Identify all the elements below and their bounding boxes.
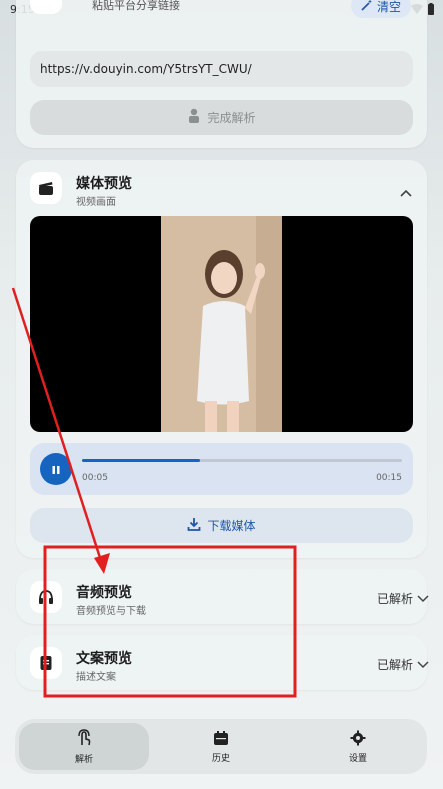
parse-button[interactable]: 完成解析 [30,100,413,135]
nav-item-label: 设置 [348,753,367,764]
input-hint: 粘贴平台分享链接 [92,0,180,12]
media-title: 媒体预览 [76,176,132,192]
audio-player: 00:05 00:15 [30,443,413,495]
nav-item-history[interactable]: 历史 [156,723,286,770]
download-icon [187,517,201,534]
text-subtitle: 描述文案 [76,672,116,683]
audio-subtitle: 音频预览与下载 [76,606,146,617]
battery-icon [427,3,435,18]
url-input[interactable]: https://v.douyin.com/Y5trsYT_CWU/ [30,51,413,87]
media-subtitle: 视频画面 [76,197,116,208]
text-status: 已解析 [377,656,429,673]
calendar-icon [213,730,229,749]
progress-fill [82,459,201,462]
chevron-down-icon [417,592,429,606]
clear-button[interactable]: 清空 [350,0,411,18]
chevron-down-icon [417,658,429,672]
document-icon [30,647,62,679]
total-time: 00:15 [376,473,402,483]
nav-item-label: 解析 [74,754,93,765]
text-title: 文案预览 [76,651,132,667]
gear-icon [350,730,366,749]
pause-icon [51,460,61,479]
video-preview[interactable] [30,216,413,432]
audio-status: 已解析 [377,590,429,607]
current-time: 00:05 [82,473,108,483]
video-frame [161,216,282,432]
nav-item-parse[interactable]: 解析 [19,723,149,770]
pause-button[interactable] [40,453,72,485]
parse-button-label: 完成解析 [207,111,256,125]
nav-item-settings[interactable]: 设置 [293,723,423,770]
headphones-icon [30,581,62,613]
download-media-button[interactable]: 下载媒体 [30,508,413,543]
audio-title: 音频预览 [76,585,132,601]
url-input-value: https://v.douyin.com/Y5trsYT_CWU/ [40,62,252,76]
nav-item-label: 历史 [211,753,230,764]
audio-status-label: 已解析 [376,592,413,606]
collapse-icon[interactable] [400,182,412,201]
link-icon-box [30,0,62,14]
magic-wand-icon [361,0,373,14]
video-subject [161,216,282,432]
download-media-label: 下载媒体 [207,519,256,533]
text-status-label: 已解析 [376,658,413,672]
bottom-nav: 解析 历史 设置 [15,719,427,774]
progress-track[interactable] [82,459,402,462]
clear-button-label: 清空 [376,0,401,14]
clapperboard-icon [30,172,62,204]
robot-icon [187,108,201,127]
touch-icon [76,728,92,750]
